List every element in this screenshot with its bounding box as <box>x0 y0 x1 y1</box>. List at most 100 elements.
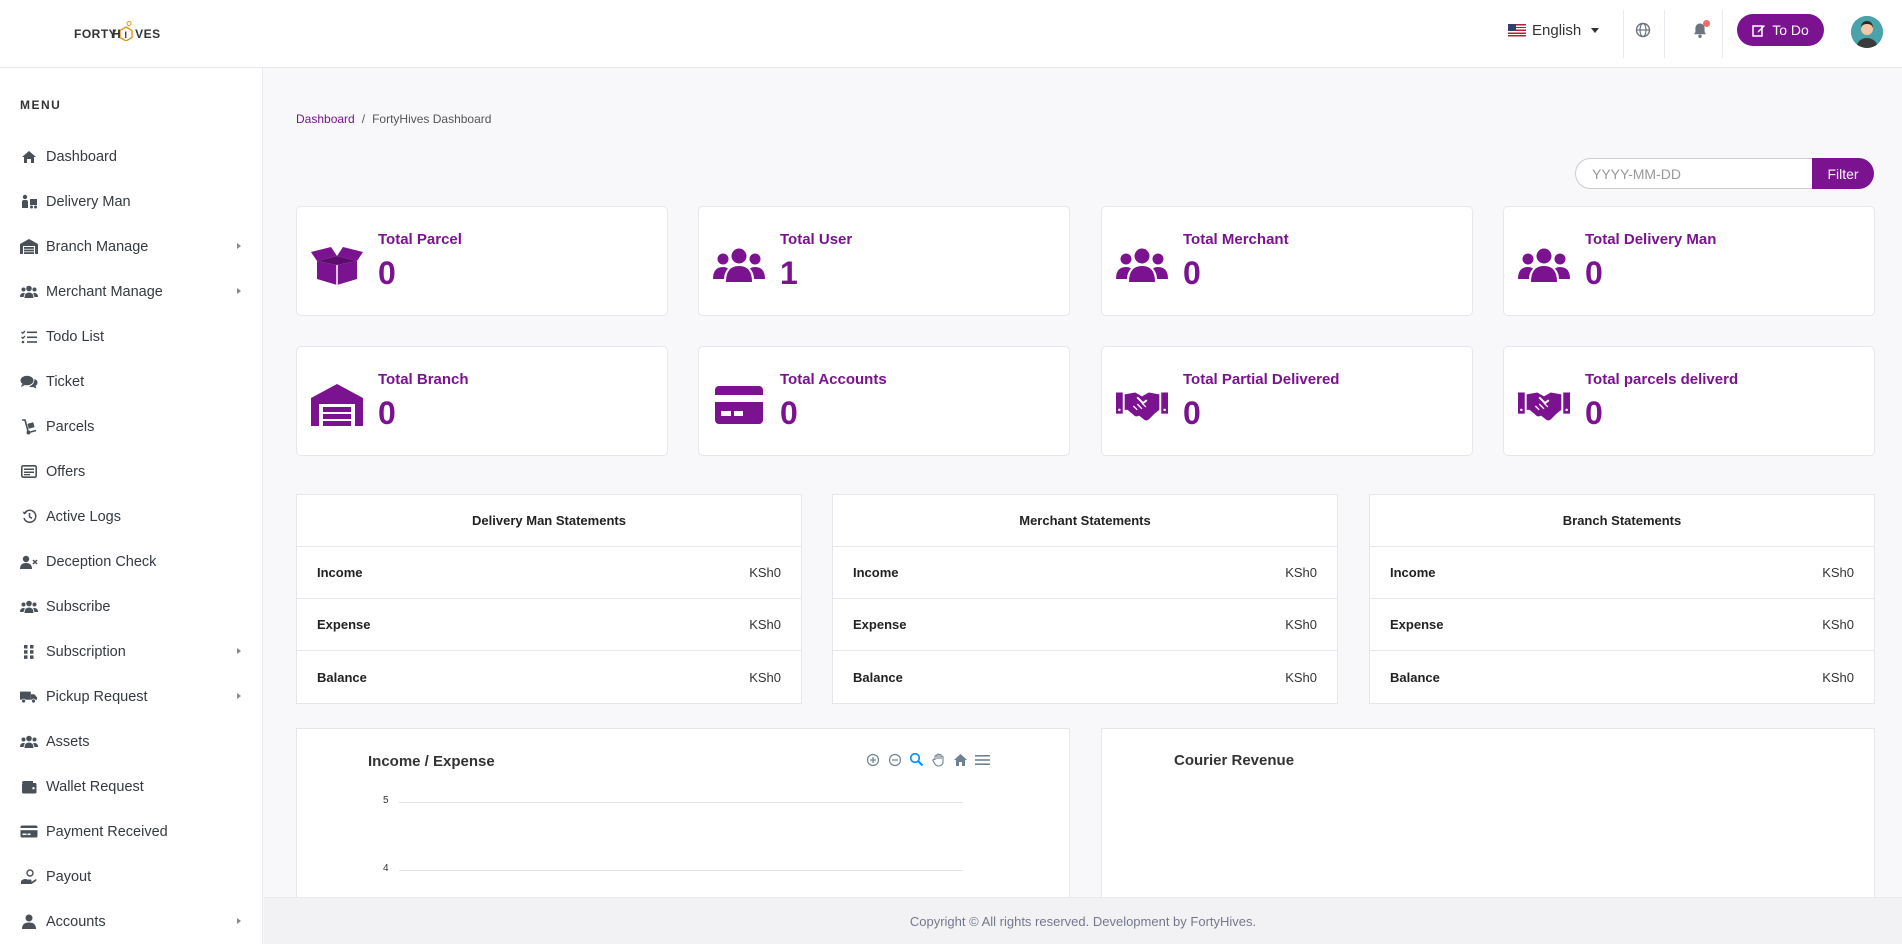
sidebar-item-active-logs[interactable]: Active Logs <box>0 494 263 539</box>
globe-icon[interactable] <box>1633 20 1653 40</box>
logo-text-right: VES <box>135 27 161 41</box>
offer-icon <box>20 464 38 480</box>
users-icon <box>20 284 38 300</box>
stat-card-total-parcels-deliverd: Total parcels deliverd 0 <box>1503 346 1875 456</box>
sidebar-item-merchant-manage[interactable]: Merchant Manage <box>0 269 263 314</box>
sidebar-item-branch-manage[interactable]: Branch Manage <box>0 224 263 269</box>
breadcrumb-dashboard-link[interactable]: Dashboard <box>296 112 355 126</box>
sidebar-item-subscribe[interactable]: Subscribe <box>0 584 263 629</box>
statement-card-branch-statements: Branch Statements Income KSh0 Expense KSh0 Ba… <box>1369 494 1875 704</box>
sidebar-item-label: Todo List <box>46 328 105 345</box>
zoom-out-icon[interactable] <box>886 751 903 768</box>
truck-icon <box>20 689 38 705</box>
logo-text-left: FORTY <box>74 27 118 41</box>
sidebar-item-label: Dashboard <box>46 148 117 165</box>
grid-line <box>399 870 963 871</box>
chevron-right-icon <box>237 918 241 924</box>
stat-value: 1 <box>780 255 798 291</box>
stat-card-total-branch: Total Branch 0 <box>296 346 668 456</box>
sidebar-item-ticket[interactable]: Ticket <box>0 359 263 404</box>
bell-icon[interactable] <box>1690 20 1710 40</box>
sidebar-item-payout[interactable]: Payout <box>0 854 263 899</box>
user-icon <box>20 914 38 930</box>
sidebar-item-label: Ticket <box>46 373 85 390</box>
box-open-icon <box>311 245 363 285</box>
zoom-in-icon[interactable] <box>864 751 881 768</box>
hand-coin-icon <box>20 868 38 885</box>
date-filter-input[interactable] <box>1575 158 1813 189</box>
sidebar-item-accounts[interactable]: Accounts <box>0 899 263 944</box>
statement-row-value: KSh0 <box>1822 565 1854 580</box>
stat-label: Total User <box>780 231 853 248</box>
courier-revenue-chart-card: Courier Revenue <box>1101 728 1875 898</box>
home-icon <box>20 149 38 165</box>
pan-hand-icon[interactable] <box>930 751 947 768</box>
language-selector[interactable]: English <box>1508 22 1600 39</box>
sidebar-item-assets[interactable]: Assets <box>0 719 263 764</box>
stat-card-total-accounts: Total Accounts 0 <box>698 346 1070 456</box>
statement-row: Income KSh0 <box>1370 547 1874 599</box>
sidebar-item-pickup-request[interactable]: Pickup Request <box>0 674 263 719</box>
warehouse-icon <box>20 239 38 255</box>
statement-row-label: Income <box>1390 565 1436 580</box>
stat-label: Total parcels deliverd <box>1585 371 1739 388</box>
handshake-icon <box>1518 385 1570 425</box>
statement-title: Branch Statements <box>1370 495 1874 547</box>
chevron-right-icon <box>237 288 241 294</box>
brand-logo[interactable]: FORTY I H VES <box>74 21 161 43</box>
breadcrumb: Dashboard / FortyHives Dashboard <box>296 112 491 126</box>
sidebar-item-dashboard[interactable]: Dashboard <box>0 134 263 179</box>
y-tick-label: 5 <box>383 795 389 806</box>
statement-row-label: Expense <box>853 617 907 632</box>
statement-row-value: KSh0 <box>749 565 781 580</box>
footer: Copyright © All rights reserved. Develop… <box>264 897 1902 944</box>
wallet-icon <box>20 779 38 795</box>
statement-row-value: KSh0 <box>1285 669 1317 685</box>
income-expense-chart-title: Income / Expense <box>368 753 495 770</box>
filter-button[interactable]: Filter <box>1812 158 1874 189</box>
zoom-select-icon[interactable] <box>908 751 925 768</box>
sidebar-item-label: Payout <box>46 868 92 885</box>
chart-menu-icon[interactable] <box>974 751 991 768</box>
sidebar-item-delivery-man[interactable]: Delivery Man <box>0 179 263 224</box>
sidebar-item-subscription[interactable]: Subscription <box>0 629 263 674</box>
y-tick-label: 4 <box>383 863 389 874</box>
user-avatar[interactable] <box>1851 16 1883 48</box>
users-icon <box>1518 245 1570 285</box>
sidebar-item-label: Payment Received <box>46 823 168 840</box>
stat-card-total-partial-delivered: Total Partial Delivered 0 <box>1101 346 1473 456</box>
stat-label: Total Branch <box>378 371 469 388</box>
sidebar-item-label: Deception Check <box>46 553 157 570</box>
statement-row: Expense KSh0 <box>1370 599 1874 651</box>
sidebar-item-parcels[interactable]: Parcels <box>0 404 263 449</box>
todo-button[interactable]: To Do <box>1737 14 1824 46</box>
menu-title: MENU <box>20 98 62 112</box>
user-x-icon <box>20 554 38 570</box>
sidebar-item-label: Offers <box>46 463 86 480</box>
statement-row-value: KSh0 <box>749 669 781 685</box>
home-reset-icon[interactable] <box>952 751 969 768</box>
delivery-man-icon <box>20 194 38 210</box>
chevron-right-icon <box>237 693 241 699</box>
stat-label: Total Partial Delivered <box>1183 371 1340 388</box>
sidebar-item-label: Subscribe <box>46 598 111 615</box>
sidebar-item-todo-list[interactable]: Todo List <box>0 314 263 359</box>
stat-value: 0 <box>1585 255 1603 291</box>
header-divider <box>1664 10 1665 58</box>
statement-title: Merchant Statements <box>833 495 1337 547</box>
statement-row-value: KSh0 <box>1822 617 1854 632</box>
courier-revenue-chart-title: Courier Revenue <box>1174 752 1295 769</box>
grid-line <box>399 802 963 803</box>
statement-row-value: KSh0 <box>1822 669 1854 685</box>
statement-row: Expense KSh0 <box>833 599 1337 651</box>
sidebar-item-payment-received[interactable]: Payment Received <box>0 809 263 854</box>
stat-value: 0 <box>780 395 798 431</box>
todo-button-label: To Do <box>1772 22 1809 38</box>
sidebar-item-wallet-request[interactable]: Wallet Request <box>0 764 263 809</box>
sidebar-item-label: Branch Manage <box>46 238 149 255</box>
handshake-icon <box>1116 385 1168 425</box>
sidebar-item-deception-check[interactable]: Deception Check <box>0 539 263 584</box>
sidebar-item-offers[interactable]: Offers <box>0 449 263 494</box>
stat-label: Total Accounts <box>780 371 887 388</box>
notification-dot <box>1703 20 1710 27</box>
